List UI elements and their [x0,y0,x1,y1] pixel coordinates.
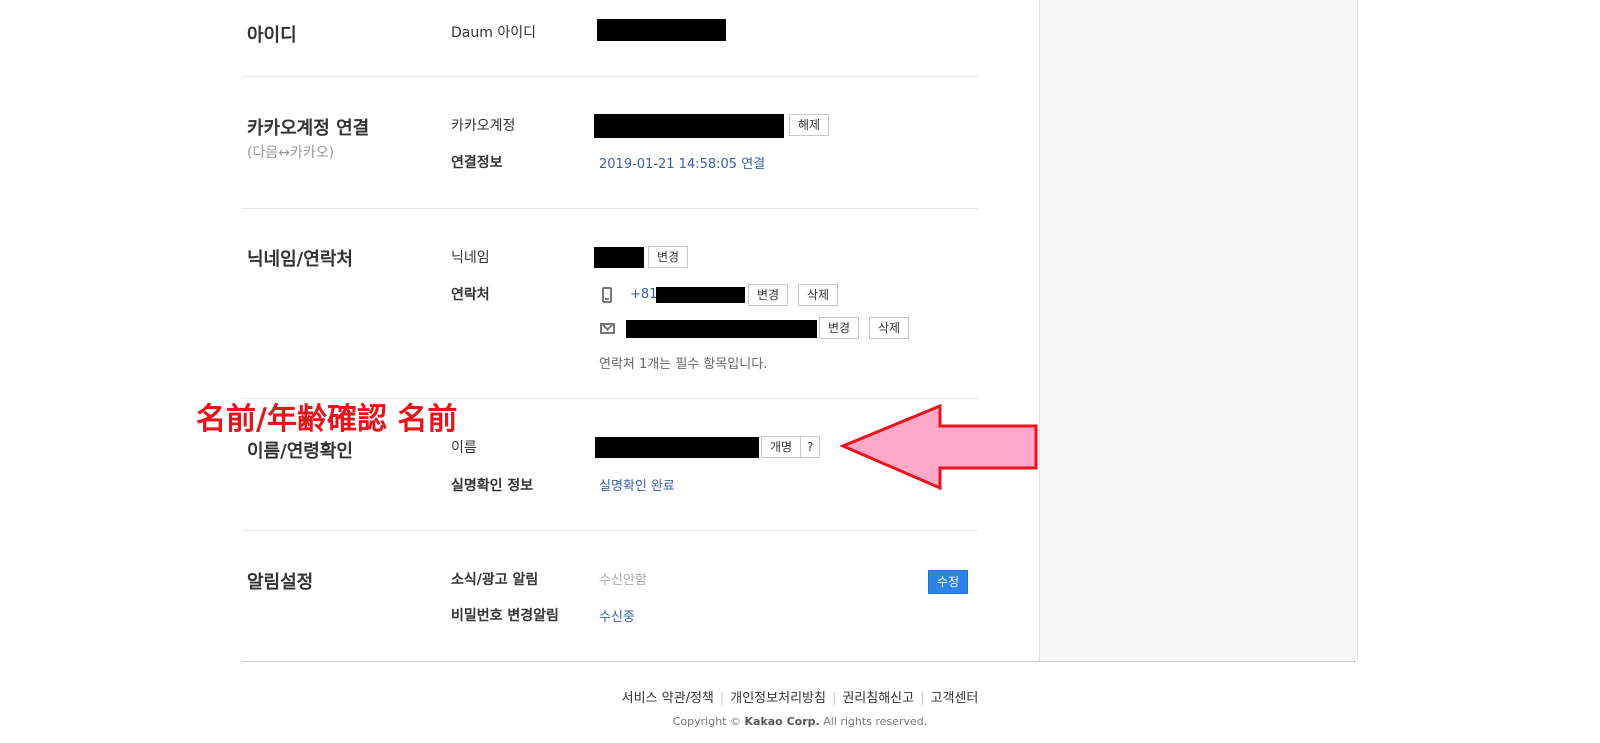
phone-icon [602,287,612,303]
footer-link-terms[interactable]: 서비스 약관/정책 [622,691,714,706]
kakao-account-value-redacted [594,114,784,138]
section-title-notify: 알림설정 [247,572,314,593]
section-divider [242,530,978,531]
rename-button[interactable]: 개명 [761,436,802,458]
email-address-redacted [626,320,817,338]
password-notify-value: 수신중 [599,610,635,625]
name-label: 이름 [451,440,477,456]
section-divider [242,76,978,77]
right-side-panel [1039,0,1358,661]
contact-label: 연락처 [451,287,490,303]
password-notify-label: 비밀번호 변경알림 [451,608,559,624]
annotation-arrow-icon [840,404,1038,491]
nickname-value-redacted [594,247,644,268]
link-info-label: 연결정보 [451,155,503,171]
email-delete-button[interactable]: 삭제 [869,317,910,339]
notify-edit-button[interactable]: 수정 [928,570,969,594]
section-divider [242,208,978,209]
section-title-name: 이름/연령확인 [247,441,353,462]
footer-separator: | [920,691,925,706]
copyright: Copyright © Kakao Corp. All rights reser… [0,715,1600,728]
account-settings-page: 아이디 Daum 아이디 카카오계정 연결 (다음↔카카오) 카카오계정 해제 … [0,0,1600,743]
annotation-arrow-shape [840,404,1038,491]
footer-link-support[interactable]: 고객센터 [931,691,979,706]
section-title-id: 아이디 [247,25,297,46]
nickname-label: 닉네임 [451,250,490,266]
content-bottom-border [242,661,1356,662]
section-title-nickname: 닉네임/연락처 [247,249,353,270]
mail-icon [600,323,615,334]
daum-id-value-redacted [597,19,726,41]
copyright-company: Kakao Corp. [744,715,820,728]
name-help-button[interactable]: ? [800,436,821,458]
footer-separator: | [831,691,837,706]
daum-id-label: Daum 아이디 [451,25,536,41]
footer-link-rights[interactable]: 권리침해신고 [842,691,914,706]
copyright-suffix: All rights reserved. [823,715,928,728]
annotation-text: 名前/年齢確認 名前 [196,402,458,437]
verify-label: 실명확인 정보 [451,478,534,494]
name-value-redacted [595,437,759,458]
phone-change-button[interactable]: 변경 [748,284,789,306]
footer-link-privacy[interactable]: 개인정보처리방침 [730,691,826,706]
email-change-button[interactable]: 변경 [819,317,860,339]
phone-prefix: +81 [630,287,658,302]
footer-links: 서비스 약관/정책 | 개인정보처리방침 | 권리침해신고 | 고객센터 [0,687,1600,706]
contact-required-note: 연락처 1개는 필수 항목입니다. [599,357,768,372]
kakao-account-label: 카카오계정 [451,118,516,134]
ad-notify-value: 수신안함 [599,573,647,588]
nickname-change-button[interactable]: 변경 [648,246,689,268]
verify-value: 실명확인 완료 [599,479,675,494]
copyright-prefix: Copyright © [672,715,741,728]
phone-number-redacted [656,287,745,303]
footer-separator: | [719,691,725,706]
section-title-kakao: 카카오계정 연결 [247,118,370,139]
ad-notify-label: 소식/광고 알림 [451,572,539,588]
link-info-value: 2019-01-21 14:58:05 연결 [599,157,766,172]
phone-delete-button[interactable]: 삭제 [798,284,839,306]
kakao-release-button[interactable]: 해제 [789,114,830,136]
section-subtitle-kakao: (다음↔카카오) [247,145,335,161]
